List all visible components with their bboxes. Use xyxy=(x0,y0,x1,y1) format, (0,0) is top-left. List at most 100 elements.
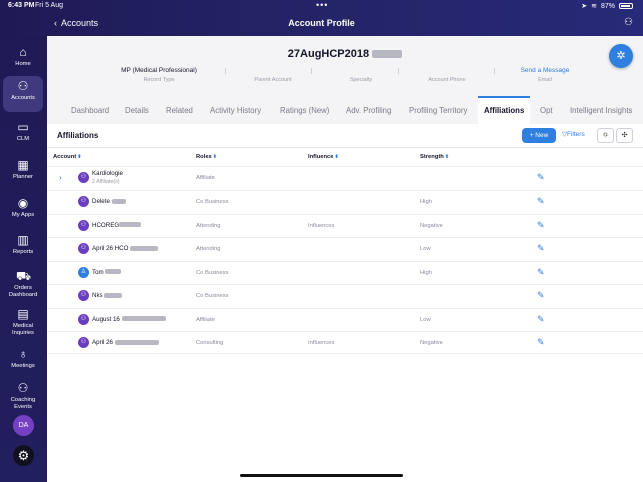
reports-icon: ▥ xyxy=(17,233,29,247)
status-indicators: ➤ ≋ 87% xyxy=(581,2,633,10)
more-dots-icon[interactable]: ••• xyxy=(316,0,328,10)
redacted-text xyxy=(121,316,166,322)
field-record-type: MP (Medical Professional) Record Type xyxy=(121,67,197,83)
edit-pencil-icon[interactable]: ✎ xyxy=(537,172,545,183)
redacted-text xyxy=(119,222,142,228)
tab-intelligent-insights[interactable]: Intelligent Insights xyxy=(570,96,632,124)
organization-icon: ⚇ xyxy=(78,243,89,254)
column-roles[interactable]: Roles⬍ xyxy=(196,154,217,160)
edit-pencil-icon[interactable]: ✎ xyxy=(537,196,545,207)
edit-pencil-icon[interactable]: ✎ xyxy=(537,243,545,254)
field-email: Send a Message Email xyxy=(485,66,605,83)
battery-icon xyxy=(619,3,633,9)
redacted-text xyxy=(105,269,122,275)
new-affiliation-button[interactable]: + New xyxy=(522,128,556,143)
table-row[interactable]: ⚇ HCOREG Attending Influences Negative ✎ xyxy=(47,213,643,237)
calendar-icon: ▦ xyxy=(17,158,29,172)
account-name: 27AugHCP2018 xyxy=(287,48,370,60)
wifi-icon: ≋ xyxy=(591,3,597,10)
organization-icon: ⚇ xyxy=(78,290,89,301)
sort-icon: ⬍ xyxy=(444,154,450,160)
tab-details[interactable]: Details xyxy=(125,96,149,124)
section-title: Affiliations xyxy=(57,131,99,140)
organization-icon: ⚇ xyxy=(78,196,89,207)
redacted-text xyxy=(372,50,403,59)
battery-percent: 87% xyxy=(600,2,615,10)
tab-related[interactable]: Related xyxy=(166,96,193,124)
microphone-icon: ♁ xyxy=(18,347,28,361)
table-row[interactable]: ⚇ Delete Co Business High ✎ xyxy=(47,190,643,214)
edit-pencil-icon[interactable]: ✎ xyxy=(537,314,545,325)
table-row[interactable]: ♙ Tom Co Business High ✎ xyxy=(47,260,643,284)
clm-icon: ▭ xyxy=(17,120,29,134)
page-title: Account Profile xyxy=(288,18,355,28)
sidebar-item-my-apps[interactable]: ◉ My Apps xyxy=(3,193,43,229)
filters-button[interactable]: ▽Filters xyxy=(562,130,585,138)
home-indicator[interactable] xyxy=(240,474,403,477)
expand-chevron-icon[interactable]: › xyxy=(59,173,62,182)
table-row[interactable]: ⚇ Nks Co Business ✎ xyxy=(47,284,643,308)
inquiries-icon: ▤ xyxy=(17,307,29,321)
sidebar-item-planner[interactable]: ▦ Planner xyxy=(3,155,43,191)
table-row[interactable]: › ⚇ Kardiologie 2 Affiliate(s) Affiliate… xyxy=(47,166,643,190)
table-row[interactable]: ⚇ August 16 Affiliate Low ✎ xyxy=(47,307,643,331)
sidebar-item-orders-dashboard[interactable]: ⛟ Orders Dashboard xyxy=(3,266,43,298)
account-profile-summary: 27AugHCP2018 MP (Medical Professional) R… xyxy=(47,36,643,96)
profile-tabs: Dashboard Details Related Activity Histo… xyxy=(47,96,643,124)
edit-pencil-icon[interactable]: ✎ xyxy=(537,337,545,348)
header-bar: 6:43 PM Fri 5 Aug ••• ➤ ≋ 87% ‹ Accounts… xyxy=(0,0,643,36)
gear-icon[interactable]: ⚙ xyxy=(13,445,34,466)
tab-profiling-territory[interactable]: Profiling Territory xyxy=(409,96,467,124)
organization-icon: ⚇ xyxy=(78,313,89,325)
divider xyxy=(47,353,643,354)
home-icon: ⌂ xyxy=(19,45,27,59)
orders-icon: ⛟ xyxy=(16,269,32,283)
redacted-text xyxy=(104,292,123,298)
edit-pencil-icon[interactable]: ✎ xyxy=(537,220,545,231)
organization-icon: ⚇ xyxy=(78,337,89,348)
tab-adv-profiling[interactable]: Adv. Profiling xyxy=(346,96,391,124)
person-icon: ♙ xyxy=(78,266,89,278)
table-row[interactable]: ⚇ April 26 HCO Attending Low ✎ xyxy=(47,237,643,261)
column-account[interactable]: Account⬍ xyxy=(53,154,81,160)
quick-actions-button[interactable]: ✲ xyxy=(609,44,633,68)
sidebar-item-meetings[interactable]: ♁ Meetings xyxy=(3,344,43,380)
tab-affiliations[interactable]: Affiliations xyxy=(478,96,531,124)
sidebar-item-clm[interactable]: ▭ CLM xyxy=(3,117,43,153)
back-button[interactable]: ‹ Accounts xyxy=(54,18,98,28)
account-name-row: 27AugHCP2018 xyxy=(47,48,643,60)
sidebar-item-coaching-events[interactable]: ⚇ Coaching Events xyxy=(3,378,43,410)
redacted-text xyxy=(130,245,159,251)
sidebar-item-medical-inquiries[interactable]: ▤ Medical Inquiries xyxy=(3,304,43,336)
status-time: 6:43 PM xyxy=(8,2,35,9)
sort-icon: ⬍ xyxy=(77,154,82,160)
apps-icon: ◉ xyxy=(17,196,29,210)
send-message-link[interactable]: Send a Message xyxy=(485,66,605,75)
tab-opt[interactable]: Opt xyxy=(540,96,553,124)
avatar[interactable]: DA xyxy=(13,415,34,436)
sidebar-item-reports[interactable]: ▥ Reports xyxy=(3,230,43,266)
accounts-icon: ⚇ xyxy=(17,79,29,93)
edit-pencil-icon[interactable]: ✎ xyxy=(537,290,545,301)
tab-activity-history[interactable]: Activity History xyxy=(210,96,261,124)
column-strength[interactable]: Strength⬍ xyxy=(420,154,449,160)
sidebar: ⌂ Home ⚇ Accounts ▭ CLM ▦ Planner ◉ My A… xyxy=(0,0,47,482)
back-label: Accounts xyxy=(61,18,99,28)
edit-pencil-icon[interactable]: ✎ xyxy=(537,267,545,278)
hierarchy-icon[interactable]: ⚇ xyxy=(624,17,633,28)
location-icon: ➤ xyxy=(581,3,588,10)
sort-icon: ⬍ xyxy=(334,154,339,160)
sidebar-item-accounts[interactable]: ⚇ Accounts xyxy=(3,76,43,112)
column-influence[interactable]: Influence⬍ xyxy=(308,154,339,160)
redacted-text xyxy=(114,339,159,345)
network-view-icon[interactable]: ✣ xyxy=(616,128,633,143)
tab-ratings[interactable]: Ratings (New) xyxy=(280,96,329,124)
coaching-icon: ⚇ xyxy=(17,381,29,395)
affiliations-header: Affiliations + New ▽Filters ⛗ ✣ xyxy=(47,124,643,148)
tab-dashboard[interactable]: Dashboard xyxy=(71,96,109,124)
table-row[interactable]: ⚇ April 26 Consulting Influences Negativ… xyxy=(47,331,643,355)
sidebar-item-home[interactable]: ⌂ Home xyxy=(3,42,43,78)
chevron-left-icon: ‹ xyxy=(54,18,57,28)
sort-icon: ⬍ xyxy=(212,154,217,160)
hierarchy-view-icon[interactable]: ⛗ xyxy=(597,128,614,143)
